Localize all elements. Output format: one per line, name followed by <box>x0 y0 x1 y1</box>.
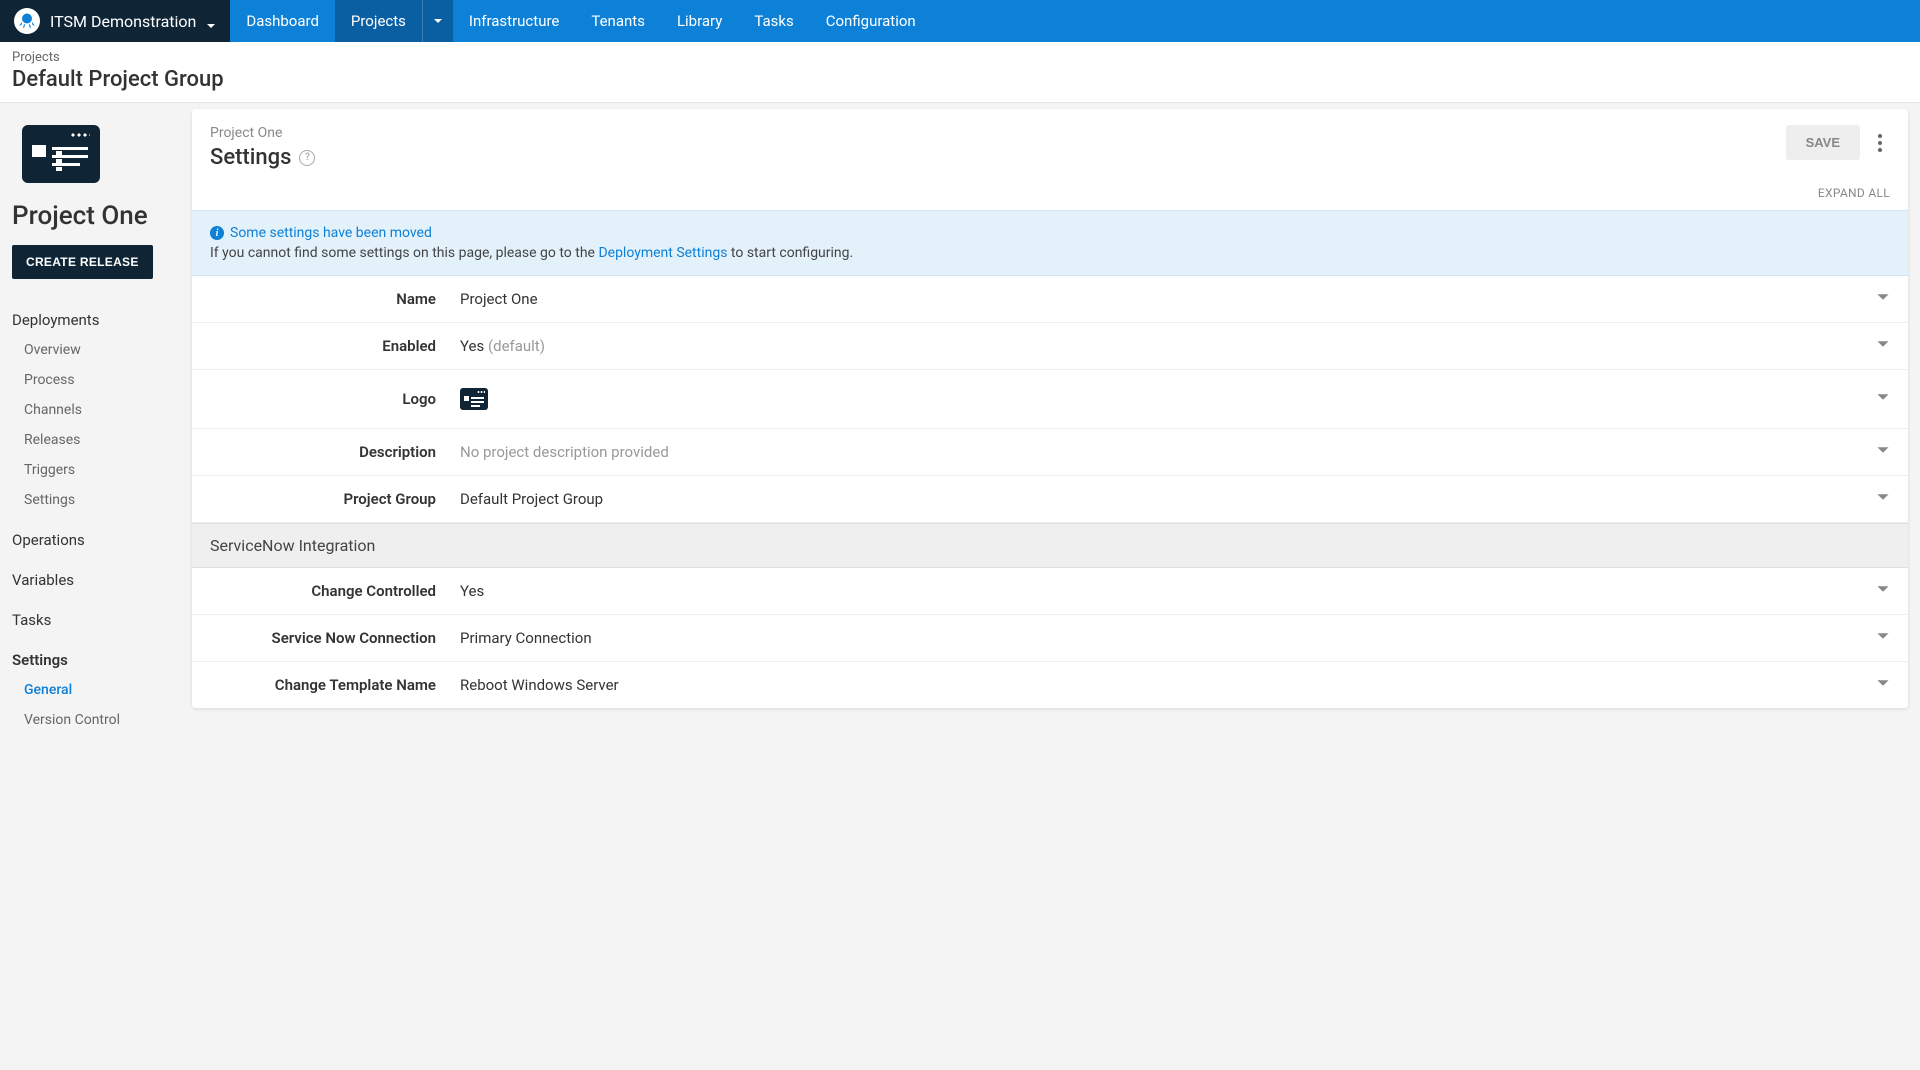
setting-label: Enabled <box>210 337 460 355</box>
alert-body: If you cannot find some settings on this… <box>210 245 1890 261</box>
setting-label: Project Group <box>210 490 460 508</box>
space-selector[interactable]: ITSM Demonstration <box>0 0 230 42</box>
setting-row-description[interactable]: Description No project description provi… <box>192 429 1908 476</box>
chevron-down-icon <box>1876 629 1890 647</box>
card-header: Project One Settings ? SAVE <box>192 109 1908 186</box>
setting-row-name[interactable]: Name Project One <box>192 276 1908 323</box>
chevron-down-icon <box>1876 582 1890 600</box>
setting-value: Primary Connection <box>460 629 1876 647</box>
overflow-menu-icon[interactable] <box>1870 128 1890 158</box>
sidebar-item-channels[interactable]: Channels <box>24 395 180 425</box>
setting-value: Reboot Windows Server <box>460 676 1876 694</box>
setting-label: Name <box>210 290 460 308</box>
project-logo-icon <box>460 388 488 410</box>
page-title: Settings ? <box>210 145 1786 170</box>
card-project-label: Project One <box>210 125 1786 141</box>
sidebar-heading-settings[interactable]: Settings <box>12 645 180 675</box>
setting-row-logo[interactable]: Logo <box>192 370 1908 429</box>
setting-row-change-template[interactable]: Change Template Name Reboot Windows Serv… <box>192 662 1908 708</box>
sidebar-heading-variables[interactable]: Variables <box>12 565 180 595</box>
deployment-settings-link[interactable]: Deployment Settings <box>598 245 727 261</box>
setting-row-enabled[interactable]: Enabled Yes (default) <box>192 323 1908 370</box>
setting-value-suffix: (default) <box>488 337 545 355</box>
sidebar: Project One CREATE RELEASE Deployments O… <box>0 103 192 1070</box>
setting-label: Change Controlled <box>210 582 460 600</box>
layout: Project One CREATE RELEASE Deployments O… <box>0 103 1920 1070</box>
help-icon[interactable]: ? <box>299 150 315 166</box>
sidebar-heading-deployments[interactable]: Deployments <box>12 305 180 335</box>
sidebar-heading-tasks[interactable]: Tasks <box>12 605 180 635</box>
sidebar-item-general[interactable]: General <box>24 675 180 705</box>
chevron-down-icon <box>1876 337 1890 355</box>
project-name: Project One <box>12 201 180 231</box>
chevron-down-icon <box>206 16 216 26</box>
breadcrumb-crumb[interactable]: Projects <box>12 50 1908 65</box>
octopus-logo-icon <box>14 8 40 34</box>
alert-body-prefix: If you cannot find some settings on this… <box>210 245 598 261</box>
chevron-down-icon <box>1876 390 1890 408</box>
main: Project One Settings ? SAVE EXPAND ALL i… <box>192 103 1920 1070</box>
nav-configuration[interactable]: Configuration <box>810 0 932 42</box>
expand-all-link[interactable]: EXPAND ALL <box>192 186 1908 210</box>
nav-projects-dropdown[interactable] <box>422 0 453 42</box>
info-alert: i Some settings have been moved If you c… <box>192 210 1908 276</box>
setting-label: Description <box>210 443 460 461</box>
nav-projects[interactable]: Projects <box>335 0 422 42</box>
setting-value: Yes <box>460 582 1876 600</box>
chevron-down-icon <box>1876 490 1890 508</box>
setting-value-text: Yes <box>460 337 484 355</box>
save-button[interactable]: SAVE <box>1786 125 1860 160</box>
breadcrumb-title: Default Project Group <box>12 67 1908 92</box>
setting-value <box>460 388 1876 410</box>
create-release-button[interactable]: CREATE RELEASE <box>12 245 153 279</box>
nav-infrastructure[interactable]: Infrastructure <box>453 0 575 42</box>
chevron-down-icon <box>1876 290 1890 308</box>
setting-value: Yes (default) <box>460 337 1876 355</box>
top-nav: ITSM Demonstration Dashboard Projects In… <box>0 0 1920 42</box>
setting-label: Logo <box>210 390 460 408</box>
alert-title-text: Some settings have been moved <box>230 225 432 241</box>
nav-items: Dashboard Projects Infrastructure Tenant… <box>230 0 931 42</box>
chevron-down-icon <box>1876 676 1890 694</box>
settings-card: Project One Settings ? SAVE EXPAND ALL i… <box>192 109 1908 708</box>
nav-tasks[interactable]: Tasks <box>738 0 809 42</box>
page-title-text: Settings <box>210 145 291 170</box>
setting-label: Service Now Connection <box>210 629 460 647</box>
setting-value: Project One <box>460 290 1876 308</box>
setting-value: Default Project Group <box>460 490 1876 508</box>
sidebar-item-process[interactable]: Process <box>24 365 180 395</box>
sidebar-item-overview[interactable]: Overview <box>24 335 180 365</box>
sidebar-item-releases[interactable]: Releases <box>24 425 180 455</box>
section-servicenow: ServiceNow Integration <box>192 523 1908 568</box>
alert-body-suffix: to start configuring. <box>727 245 853 261</box>
setting-row-project-group[interactable]: Project Group Default Project Group <box>192 476 1908 523</box>
project-icon <box>22 125 100 183</box>
sidebar-item-triggers[interactable]: Triggers <box>24 455 180 485</box>
sidebar-item-deploy-settings[interactable]: Settings <box>24 485 180 515</box>
breadcrumb: Projects Default Project Group <box>0 42 1920 103</box>
setting-row-servicenow-connection[interactable]: Service Now Connection Primary Connectio… <box>192 615 1908 662</box>
nav-tenants[interactable]: Tenants <box>575 0 661 42</box>
chevron-down-icon <box>1876 443 1890 461</box>
setting-label: Change Template Name <box>210 676 460 694</box>
nav-library[interactable]: Library <box>661 0 738 42</box>
space-name: ITSM Demonstration <box>50 12 196 31</box>
nav-dashboard[interactable]: Dashboard <box>230 0 335 42</box>
setting-value: No project description provided <box>460 443 1876 461</box>
sidebar-item-version-control[interactable]: Version Control <box>24 705 180 735</box>
info-icon: i <box>210 226 224 240</box>
setting-row-change-controlled[interactable]: Change Controlled Yes <box>192 568 1908 615</box>
sidebar-heading-operations[interactable]: Operations <box>12 525 180 555</box>
